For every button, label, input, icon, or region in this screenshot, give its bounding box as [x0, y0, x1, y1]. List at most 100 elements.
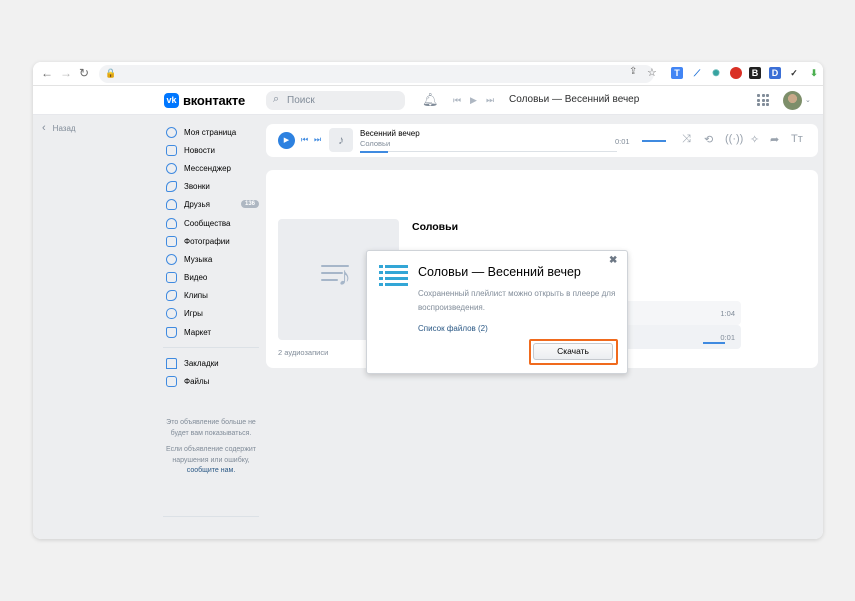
vk-logo[interactable]: vk вконтакте: [164, 93, 245, 108]
avatar[interactable]: [783, 91, 802, 110]
reload-icon[interactable]: ↻: [79, 66, 89, 80]
lyrics-icon[interactable]: Tт: [791, 133, 803, 145]
sidebar-item-label: Новости: [184, 145, 215, 155]
sidebar: Моя страница Новости Мессенджер Звонки Д…: [163, 123, 259, 391]
sidebar-divider: [163, 347, 259, 349]
audio-player: ▶ ⏮ ⏭ ♪ Весенний вечер Соловьи 0:01 ⤨ ⟲ …: [266, 124, 818, 157]
sidebar-item-label: Файлы: [184, 377, 210, 387]
sidebar-item-news[interactable]: Новости: [163, 141, 259, 159]
communities-icon: [166, 217, 177, 229]
extension-icon[interactable]: D: [769, 67, 781, 79]
recommendations-icon[interactable]: ✧: [750, 133, 759, 146]
chevron-down-icon[interactable]: ⌄: [805, 96, 811, 104]
friends-icon: [166, 199, 177, 211]
star-icon[interactable]: ☆: [647, 66, 657, 79]
sidebar-item-music[interactable]: Музыка: [163, 250, 259, 268]
sidebar-item-video[interactable]: Видео: [163, 269, 259, 287]
sidebar-item-clips[interactable]: Клипы: [163, 287, 259, 305]
photo-icon: [166, 235, 177, 247]
vk-header: vk вконтакте ⌕ Поиск 🔔︎ ⏮ ▶ ⏭ Соловьи — …: [33, 86, 823, 115]
dialog-text: Сохраненный плейлист можно открыть в пле…: [418, 289, 616, 312]
sidebar-item-bookmarks[interactable]: Закладки: [163, 354, 259, 372]
sidebar-item-my-page[interactable]: Моя страница: [163, 123, 259, 141]
sidebar-item-market[interactable]: Маркет: [163, 323, 259, 341]
back-link[interactable]: ‹ Назад: [42, 122, 76, 134]
playlist-title: Соловьи: [412, 221, 459, 233]
play-button[interactable]: ▶: [278, 132, 295, 149]
sidebar-item-messenger[interactable]: Мессенджер: [163, 159, 259, 177]
music-icon: [166, 253, 177, 265]
check-extension-icon[interactable]: ✓: [788, 67, 800, 79]
back-arrow-icon[interactable]: ←: [41, 66, 53, 80]
forward-arrow-icon[interactable]: →: [60, 66, 72, 80]
sidebar-item-label: Мессенджер: [184, 163, 231, 173]
phone-icon: [166, 181, 177, 193]
share-icon[interactable]: ⇪: [629, 66, 637, 77]
sidebar-item-label: Фотографии: [184, 236, 230, 246]
music-note-icon: ♪: [338, 261, 351, 291]
progress-bar[interactable]: [360, 150, 617, 153]
shuffle-icon[interactable]: ⤨: [682, 133, 691, 146]
now-playing-title[interactable]: Соловьи — Весенний вечер: [509, 94, 639, 105]
sidebar-item-label: Видео: [184, 273, 208, 283]
prev-track-icon[interactable]: ⏮: [301, 135, 308, 145]
track-title: Весенний вечер: [360, 129, 420, 138]
download-dialog: Соловьи — Весенний вечер ✖ Сохраненный п…: [366, 250, 628, 374]
translate-extension-icon[interactable]: T: [671, 67, 683, 79]
sidebar-item-label: Закладки: [184, 358, 219, 368]
sidebar-item-label: Сообщества: [184, 218, 231, 228]
bell-icon[interactable]: 🔔︎: [422, 92, 439, 108]
lock-icon: 🔒: [105, 68, 117, 78]
sidebar-item-files[interactable]: Файлы: [163, 372, 259, 390]
play-icon[interactable]: ▶: [470, 95, 477, 106]
ad-hidden-note: Это объявление больше не будет вам показ…: [163, 418, 259, 477]
volume-slider[interactable]: [642, 140, 666, 142]
track-duration: 1:04: [720, 309, 735, 318]
broadcast-icon[interactable]: ((·)): [725, 133, 743, 145]
extension-icon[interactable]: [730, 67, 742, 79]
chevron-left-icon: ‹: [42, 122, 46, 134]
search-input[interactable]: ⌕ Поиск: [266, 91, 405, 110]
extension-icon[interactable]: ✺: [710, 67, 722, 79]
download-extension-icon[interactable]: ⬇: [808, 67, 820, 79]
extension-icon[interactable]: ⟋: [691, 67, 703, 79]
next-track-icon[interactable]: ⏭: [314, 135, 321, 145]
prev-track-icon[interactable]: ⏮: [453, 95, 461, 106]
file-list-link[interactable]: Список файлов (2): [418, 324, 488, 333]
dialog-title: Соловьи — Весенний вечер: [418, 265, 581, 279]
sidebar-item-label: Звонки: [184, 182, 210, 192]
track-artist[interactable]: Соловьи: [360, 139, 390, 148]
message-icon: [166, 162, 177, 174]
market-icon: [166, 326, 177, 338]
sidebar-item-label: Маркет: [184, 327, 212, 337]
back-label: Назад: [52, 123, 76, 133]
sidebar-item-label: Клипы: [184, 291, 208, 301]
highlight-frame: Скачать: [529, 339, 618, 365]
playlist-icon: [379, 265, 408, 289]
sidebar-item-photos[interactable]: Фотографии: [163, 232, 259, 250]
share-icon[interactable]: ➦: [770, 133, 779, 146]
close-icon[interactable]: ✖: [609, 255, 617, 266]
track-duration: 0:01: [720, 333, 735, 342]
report-link[interactable]: сообщите нам.: [187, 467, 236, 474]
track-count: 2 аудиозаписи: [278, 348, 329, 357]
next-track-icon[interactable]: ⏭: [486, 95, 494, 106]
sidebar-item-games[interactable]: Игры: [163, 305, 259, 323]
track-progress: [703, 342, 725, 344]
sidebar-item-friends[interactable]: Друзья 136: [163, 196, 259, 214]
apps-grid-icon[interactable]: [757, 94, 769, 106]
sidebar-item-communities[interactable]: Сообщества: [163, 214, 259, 232]
track-cover: ♪: [329, 128, 353, 152]
games-icon: [166, 308, 177, 320]
ad-note-text: Если объявление содержит нарушения или о…: [165, 446, 256, 464]
download-button[interactable]: Скачать: [533, 343, 613, 360]
vk-logo-icon: vk: [164, 93, 179, 108]
extension-icon[interactable]: B: [749, 67, 761, 79]
repeat-icon[interactable]: ⟲: [704, 133, 713, 146]
files-icon: [166, 376, 177, 388]
sidebar-item-label: Игры: [184, 309, 203, 319]
sidebar-item-calls[interactable]: Звонки: [163, 178, 259, 196]
address-bar[interactable]: 🔒: [99, 65, 654, 83]
news-icon: [166, 144, 177, 156]
browser-window: ← → ↻ 🔒 ⇪ ☆ T ⟋ ✺ B D ✓ ⬇ vk вконтакте ⌕…: [33, 62, 823, 539]
